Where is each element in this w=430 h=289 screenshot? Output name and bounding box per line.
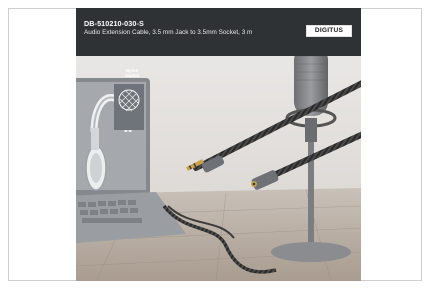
product-sku: DB-510210-030-S (84, 19, 144, 28)
product-description: Audio Extension Cable, 3.5 mm Jack to 3.… (84, 29, 253, 36)
header-band: DB-510210-030-S Audio Extension Cable, 3… (76, 8, 361, 56)
brand-logo: DIGITUS (306, 25, 352, 37)
product-scene (76, 56, 361, 281)
badge-label: Nylon Jacket (118, 68, 146, 79)
nylon-badge (114, 84, 144, 130)
product-image: DB-510210-030-S Audio Extension Cable, 3… (76, 8, 361, 281)
badge-line-2: Jacket (124, 73, 140, 79)
